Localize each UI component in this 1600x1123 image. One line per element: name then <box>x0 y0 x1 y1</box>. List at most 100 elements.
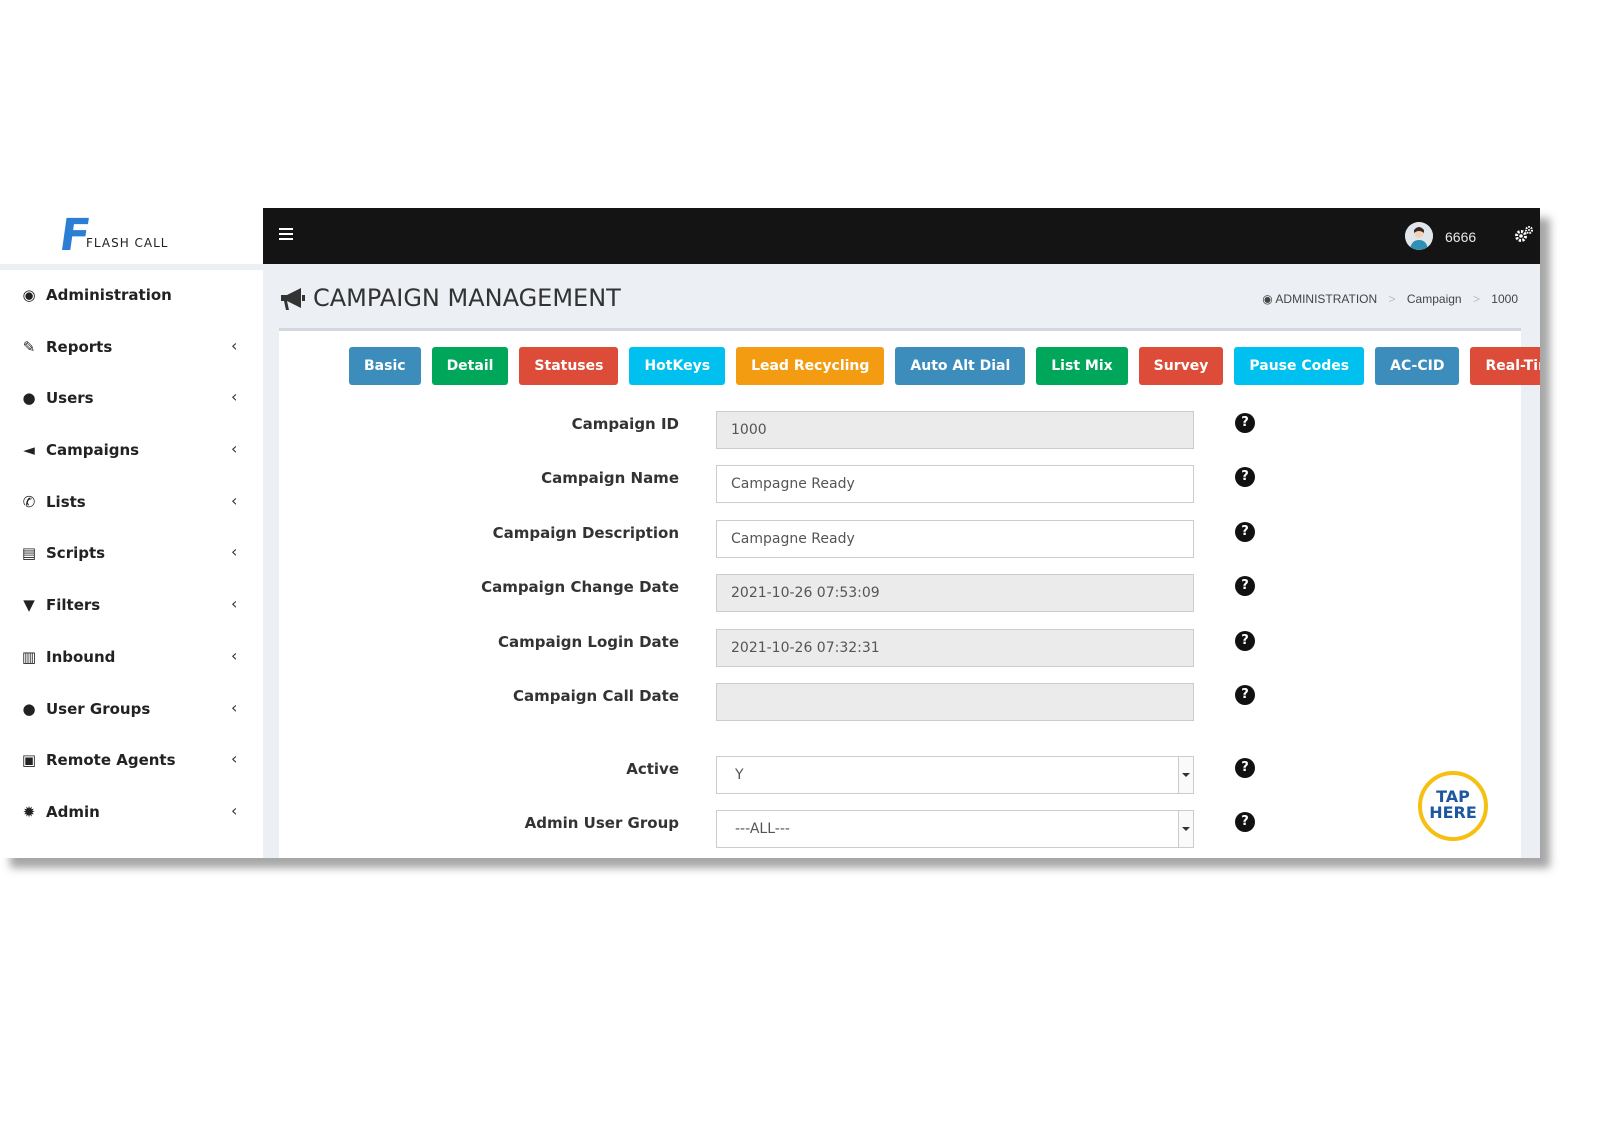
sidebar-item-label: Remote Agents <box>46 751 176 770</box>
sidebar-item-label: User Groups <box>46 699 151 718</box>
username[interactable]: 6666 <box>1445 229 1476 245</box>
chevron-left-icon[interactable]: ‹ <box>231 749 237 768</box>
bar-chart-icon: ▥ <box>21 647 37 666</box>
bullhorn-icon <box>279 286 307 318</box>
sidebar-item-remote-agents[interactable]: ▣ Remote Agents ‹ <box>0 735 263 787</box>
gears-icon[interactable] <box>1513 224 1535 246</box>
tab-basic[interactable]: Basic <box>349 347 421 385</box>
chevron-down-icon[interactable] <box>1178 757 1193 793</box>
avatar[interactable] <box>1405 222 1433 250</box>
tab-detail[interactable]: Detail <box>431 347 509 385</box>
chevron-left-icon[interactable]: ‹ <box>231 336 237 355</box>
sidebar-item-label: Admin <box>46 802 100 821</box>
admin-user-group-select[interactable]: ---ALL--- <box>716 810 1194 848</box>
tab-real-time[interactable]: Real-Time <box>1470 347 1540 385</box>
tab-auto-alt-dial[interactable]: Auto Alt Dial <box>895 347 1026 385</box>
row-campaign-id: Campaign ID 1000 ? <box>279 411 1521 451</box>
campaign-id-label: Campaign ID <box>571 415 679 433</box>
campaign-id-field: 1000 <box>716 411 1194 449</box>
hamburger-menu-icon[interactable] <box>279 228 293 242</box>
bullhorn-icon: ◄ <box>23 441 35 460</box>
breadcrumb: ◉ ADMINISTRATION > Campaign > 1000 <box>1262 292 1518 306</box>
campaign-call-date-label: Campaign Call Date <box>513 687 679 705</box>
tab-pause-codes[interactable]: Pause Codes <box>1234 347 1365 385</box>
user-icon: ● <box>22 389 36 408</box>
campaign-change-date-field: 2021-10-26 07:53:09 <box>716 574 1194 612</box>
row-admin-user-group: Admin User Group ---ALL--- ? <box>279 810 1521 850</box>
campaign-login-date-field: 2021-10-26 07:32:31 <box>716 629 1194 667</box>
sidebar: F FLASH CALL ◉ Administration ✎ Reports ‹ ● Us… <box>0 208 263 858</box>
sidebar-item-administration[interactable]: ◉ Administration <box>0 270 263 322</box>
chevron-left-icon[interactable]: ‹ <box>231 387 237 406</box>
sidebar-item-label: Inbound <box>46 647 116 666</box>
help-icon[interactable]: ? <box>1235 631 1255 651</box>
sidebar-item-inbound[interactable]: ▥ Inbound ‹ <box>0 632 263 684</box>
chevron-left-icon[interactable]: ‹ <box>231 594 237 613</box>
sidebar-item-label: Lists <box>46 492 86 511</box>
gear-icon: ✹ <box>22 802 36 821</box>
campaign-name-label: Campaign Name <box>541 469 679 487</box>
edit-icon: ✎ <box>22 337 36 356</box>
chevron-left-icon[interactable]: ‹ <box>231 646 237 665</box>
sidebar-item-filters[interactable]: ▼ Filters ‹ <box>0 580 263 632</box>
logo-text: FLASH CALL <box>86 236 169 250</box>
lock-icon: ▣ <box>21 751 37 770</box>
help-icon[interactable]: ? <box>1235 576 1255 596</box>
row-campaign-call-date: Campaign Call Date ? <box>279 683 1521 723</box>
sidebar-item-campaigns[interactable]: ◄ Campaigns ‹ <box>0 425 263 477</box>
phone-icon: ✆ <box>22 492 36 511</box>
filter-icon: ▼ <box>23 596 35 615</box>
tab-lead-recycling[interactable]: Lead Recycling <box>736 347 885 385</box>
sidebar-item-label: Filters <box>46 596 101 615</box>
active-label: Active <box>626 760 679 778</box>
tab-list-mix[interactable]: List Mix <box>1036 347 1128 385</box>
campaign-description-input[interactable]: Campagne Ready <box>716 520 1194 558</box>
help-icon[interactable]: ? <box>1235 467 1255 487</box>
logo[interactable]: F FLASH CALL <box>0 208 263 264</box>
sidebar-item-label: Administration <box>46 286 172 304</box>
chevron-left-icon[interactable]: ‹ <box>231 801 237 820</box>
active-select-value: Y <box>735 767 744 783</box>
help-icon[interactable]: ? <box>1235 522 1255 542</box>
row-campaign-login-date: Campaign Login Date 2021-10-26 07:32:31 … <box>279 629 1521 669</box>
sidebar-item-lists[interactable]: ✆ Lists ‹ <box>0 477 263 529</box>
sidebar-item-admin[interactable]: ✹ Admin ‹ <box>0 787 263 839</box>
sidebar-item-reports[interactable]: ✎ Reports ‹ <box>0 322 263 374</box>
chevron-down-icon[interactable] <box>1178 811 1193 847</box>
campaign-description-label: Campaign Description <box>492 524 679 542</box>
breadcrumb-campaign[interactable]: Campaign <box>1407 292 1462 306</box>
active-select[interactable]: Y <box>716 756 1194 794</box>
breadcrumb-separator: > <box>1388 292 1396 306</box>
campaign-change-date-label: Campaign Change Date <box>481 578 679 596</box>
campaign-name-input[interactable]: Campagne Ready <box>716 465 1194 503</box>
dashboard-icon: ◉ <box>22 286 36 304</box>
row-campaign-change-date: Campaign Change Date 2021-10-26 07:53:09… <box>279 574 1521 614</box>
help-icon[interactable]: ? <box>1235 413 1255 433</box>
tab-hotkeys[interactable]: HotKeys <box>629 347 726 385</box>
breadcrumb-administration[interactable]: ADMINISTRATION <box>1275 292 1377 306</box>
sidebar-item-users[interactable]: ● Users ‹ <box>0 373 263 425</box>
tap-here-badge[interactable]: TAP HERE <box>1418 771 1488 841</box>
sidebar-item-label: Reports <box>46 337 113 356</box>
document-icon: ▤ <box>21 544 37 563</box>
page-title-text: CAMPAIGN MANAGEMENT <box>313 284 621 312</box>
sidebar-item-user-groups[interactable]: ● User Groups ‹ <box>0 684 263 736</box>
chevron-left-icon[interactable]: ‹ <box>231 491 237 510</box>
breadcrumb-separator: > <box>1472 292 1480 306</box>
users-icon: ● <box>22 699 36 718</box>
chevron-left-icon[interactable]: ‹ <box>231 439 237 458</box>
help-icon[interactable]: ? <box>1235 812 1255 832</box>
help-icon[interactable]: ? <box>1235 685 1255 705</box>
tab-ac-cid[interactable]: AC-CID <box>1375 347 1460 385</box>
chevron-left-icon[interactable]: ‹ <box>231 542 237 561</box>
top-navbar: 6666 <box>263 208 1540 264</box>
row-campaign-description: Campaign Description Campagne Ready ? <box>279 520 1521 560</box>
tab-statuses[interactable]: Statuses <box>519 347 619 385</box>
sidebar-item-scripts[interactable]: ▤ Scripts ‹ <box>0 528 263 580</box>
tab-survey[interactable]: Survey <box>1138 347 1224 385</box>
help-icon[interactable]: ? <box>1235 758 1255 778</box>
chevron-left-icon[interactable]: ‹ <box>231 698 237 717</box>
sidebar-item-label: Scripts <box>46 544 106 563</box>
sidebar-item-label: Campaigns <box>46 441 140 460</box>
dashboard-icon: ◉ <box>1262 292 1273 306</box>
